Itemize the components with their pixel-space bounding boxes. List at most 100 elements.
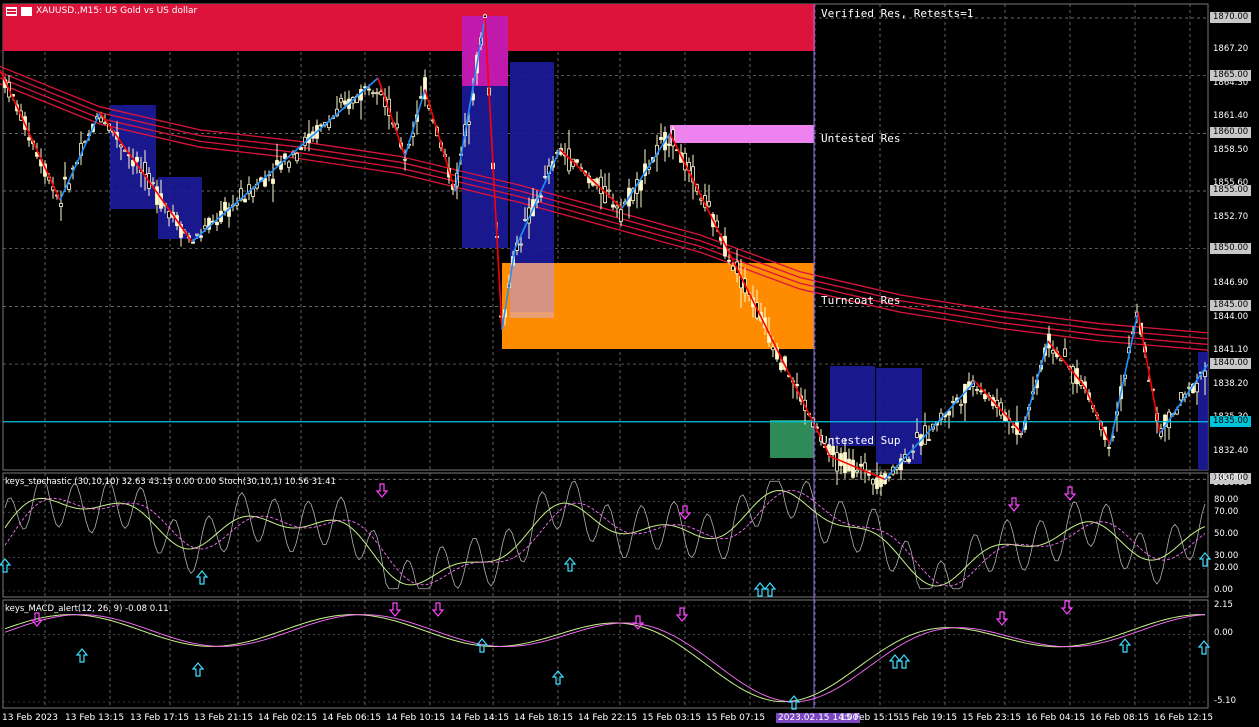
candle-body xyxy=(539,195,543,198)
time-axis-label: 14 Feb 18:15 xyxy=(514,713,574,723)
candle-body xyxy=(575,159,579,163)
macd-up-arrow xyxy=(75,648,89,663)
macd-up-arrow xyxy=(191,662,205,677)
untested-res-label: Untested Res xyxy=(821,132,901,145)
candle-body xyxy=(155,186,159,205)
candle-body xyxy=(375,92,379,95)
candle-body xyxy=(59,202,63,208)
candle-body xyxy=(223,201,227,211)
candle-body xyxy=(467,121,471,125)
candle-body xyxy=(367,88,371,91)
candle-body xyxy=(855,469,859,473)
price-axis-label: 1867.20 xyxy=(1213,44,1249,55)
zigzag-segment xyxy=(424,89,456,192)
range-box-6 xyxy=(1198,352,1208,470)
candle-body xyxy=(1179,392,1183,401)
candle-body xyxy=(1203,370,1207,377)
candle-body xyxy=(99,117,103,123)
candle-body xyxy=(191,241,195,244)
candle-body xyxy=(371,92,375,95)
candle-body xyxy=(863,462,867,471)
stoch-axis-label: 30.00 xyxy=(1214,551,1239,562)
untested-sup-zone xyxy=(770,420,814,458)
price-axis-label: 1846.90 xyxy=(1213,278,1249,289)
time-axis-label: 15 Feb 23:15 xyxy=(962,713,1022,723)
candle-body xyxy=(835,452,839,472)
candle-body xyxy=(615,205,619,209)
candle-body xyxy=(395,123,399,129)
candle-body xyxy=(63,176,67,180)
macd-down-arrow xyxy=(388,602,402,617)
time-axis-label: 13 Feb 2023 xyxy=(2,713,59,723)
stoch-signal-line xyxy=(4,490,1206,587)
trading-chart[interactable] xyxy=(0,0,1259,727)
candle-body xyxy=(915,432,919,438)
price-axis-label: 1861.40 xyxy=(1213,111,1249,122)
candle-body xyxy=(151,182,155,185)
candle-body xyxy=(639,180,643,191)
chart-check-icon[interactable] xyxy=(21,6,32,16)
candle-body xyxy=(707,201,711,207)
time-axis-label: 16 Feb 12:15 xyxy=(1154,713,1214,723)
time-axis-label: 14 Feb 06:15 xyxy=(322,713,382,723)
stoch-axis-label: 50.00 xyxy=(1214,529,1239,539)
candle-body xyxy=(295,153,299,162)
price-axis-label: 1844.00 xyxy=(1213,311,1249,322)
candle-body xyxy=(343,100,347,105)
price-tag: 1845.00 xyxy=(1210,300,1252,312)
macd-line xyxy=(4,614,1206,703)
price-tag: 1850.00 xyxy=(1210,242,1252,254)
time-axis-label: 14 Feb 22:15 xyxy=(578,713,638,723)
candle-body xyxy=(659,137,663,140)
salmon-box xyxy=(510,263,554,318)
candle-body xyxy=(339,97,343,103)
time-axis-label: 14 Feb 14:15 xyxy=(450,713,510,723)
candle-body xyxy=(103,122,107,124)
chart-menu-icon[interactable] xyxy=(6,6,17,16)
candle-body xyxy=(1019,433,1023,435)
candle-body xyxy=(771,346,775,351)
candle-body xyxy=(543,176,547,178)
time-axis-label: 13 Feb 13:15 xyxy=(65,713,125,723)
candle-body xyxy=(1051,350,1055,354)
time-axis-label: 15 Feb 19:15 xyxy=(898,713,958,723)
zigzag-segment xyxy=(1021,340,1049,434)
candle-body xyxy=(523,218,527,221)
macd-pane-frame xyxy=(2,599,1209,709)
candle-body xyxy=(1063,348,1067,357)
stoch-up-arrow xyxy=(753,582,767,597)
macd-down-arrow xyxy=(431,602,445,617)
time-axis-label: 14 Feb 02:15 xyxy=(258,713,318,723)
zigzag-segment xyxy=(377,77,406,157)
stoch-down-arrow xyxy=(1007,497,1021,512)
candle-body xyxy=(667,143,671,146)
candle-body xyxy=(519,243,523,246)
candle-body xyxy=(319,124,323,127)
macd-signal-line xyxy=(4,614,1206,703)
candle-body xyxy=(859,463,863,467)
candle-body xyxy=(979,390,983,393)
time-axis-label: 14 Feb 10:15 xyxy=(386,713,446,723)
chart-title-bar: XAUUSD.,M15: US Gold vs US dollar xyxy=(6,6,197,16)
zigzag-segment xyxy=(1137,311,1161,434)
stoch-up-arrow xyxy=(0,558,12,573)
candle-body xyxy=(603,186,607,203)
candle-body xyxy=(727,259,731,262)
price-tag: 1840.00 xyxy=(1210,358,1252,370)
macd-down-arrow xyxy=(995,611,1009,626)
stoch-up-arrow xyxy=(195,570,209,585)
price-axis-label: 1852.70 xyxy=(1213,211,1249,222)
macd-down-arrow xyxy=(30,612,44,627)
candle-body xyxy=(911,450,915,453)
candle-body xyxy=(1011,426,1015,428)
candle-body xyxy=(275,160,279,166)
candle-body xyxy=(1187,386,1191,389)
macd-up-arrow xyxy=(787,695,801,710)
candle-body xyxy=(195,233,199,236)
candle-body xyxy=(779,362,783,371)
price-tag: 1865.00 xyxy=(1210,69,1252,81)
candle-body xyxy=(271,178,275,184)
price-axis-label: 1838.20 xyxy=(1213,378,1249,389)
price-axis-label: 1858.50 xyxy=(1213,144,1249,155)
stoch-main-line xyxy=(4,490,1206,587)
